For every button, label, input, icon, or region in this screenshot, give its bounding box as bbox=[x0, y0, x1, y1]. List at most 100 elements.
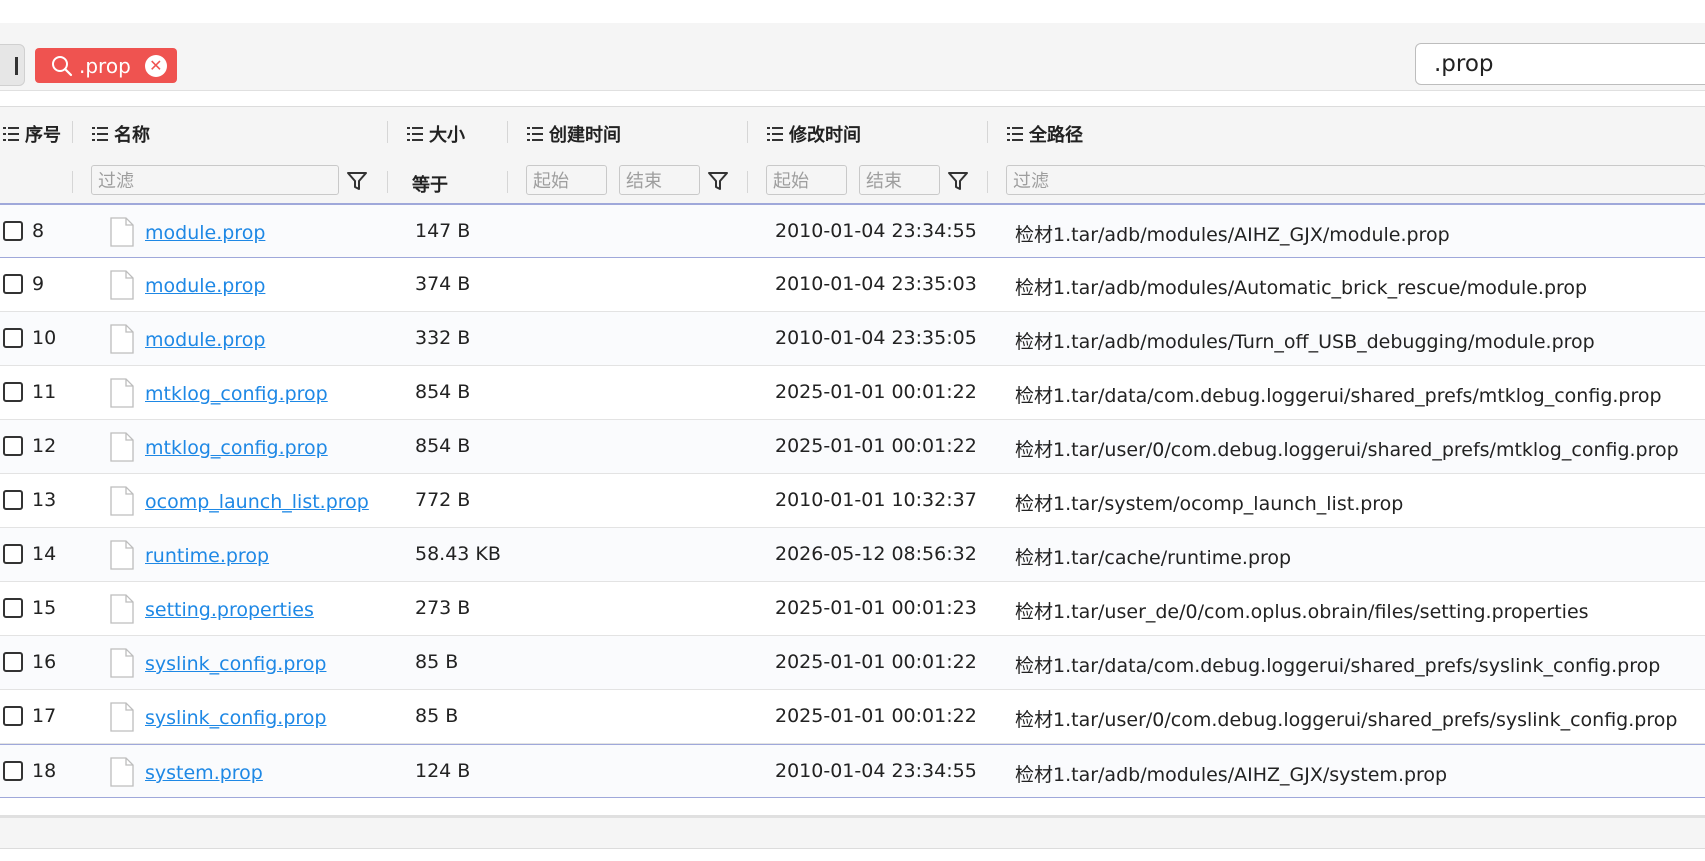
created-start-input[interactable]: 起始 bbox=[526, 165, 607, 195]
file-name-link[interactable]: syslink_config.prop bbox=[145, 653, 326, 675]
column-header-size[interactable]: 大小 bbox=[407, 121, 465, 147]
row-checkbox[interactable] bbox=[3, 221, 23, 241]
table-row[interactable]: 9 module.prop 374 B 2010-01-04 23:35:03 检材1.… bbox=[0, 258, 1705, 312]
file-size: 772 B bbox=[415, 489, 471, 511]
file-modified-time: 2010-01-04 23:34:55 bbox=[775, 220, 977, 242]
funnel-icon[interactable] bbox=[706, 169, 730, 193]
row-checkbox[interactable] bbox=[3, 436, 23, 456]
column-divider[interactable] bbox=[987, 121, 988, 143]
column-divider bbox=[747, 171, 748, 193]
column-divider[interactable] bbox=[507, 121, 508, 143]
path-filter-input[interactable]: 过滤 bbox=[1006, 165, 1705, 195]
search-input[interactable]: .prop bbox=[1415, 43, 1705, 85]
table-row[interactable]: 8 module.prop 147 B 2010-01-04 23:34:55 检材1.… bbox=[0, 204, 1705, 258]
file-modified-time: 2010-01-04 23:34:55 bbox=[775, 760, 977, 782]
file-name-link[interactable]: module.prop bbox=[145, 222, 265, 244]
horizontal-scrollbar[interactable] bbox=[0, 815, 1705, 849]
file-full-path: 检材1.tar/adb/modules/Automatic_brick_resc… bbox=[1015, 277, 1588, 299]
column-header-seq[interactable]: 序号 bbox=[3, 121, 61, 147]
table-row[interactable]: 16 syslink_config.prop 85 B 2025-01-01 00:0… bbox=[0, 636, 1705, 690]
row-seq: 12 bbox=[32, 435, 57, 457]
file-full-path: 检材1.tar/cache/runtime.prop bbox=[1015, 547, 1292, 569]
funnel-icon[interactable] bbox=[345, 169, 369, 193]
row-checkbox[interactable] bbox=[3, 706, 23, 726]
row-checkbox[interactable] bbox=[3, 544, 23, 564]
column-divider bbox=[387, 171, 388, 193]
file-icon bbox=[110, 594, 134, 624]
row-seq: 18 bbox=[32, 760, 57, 782]
close-icon[interactable]: ✕ bbox=[144, 54, 167, 77]
column-header-name[interactable]: 名称 bbox=[92, 121, 150, 147]
row-seq: 8 bbox=[32, 220, 45, 242]
column-divider[interactable] bbox=[387, 121, 388, 143]
row-seq: 16 bbox=[32, 651, 57, 673]
column-divider bbox=[987, 171, 988, 193]
file-icon bbox=[110, 378, 134, 408]
file-size: 273 B bbox=[415, 597, 471, 619]
size-filter-operator[interactable]: 等于 bbox=[412, 171, 448, 197]
table-row[interactable]: 10 module.prop 332 B 2010-01-04 23:35:05 检材1… bbox=[0, 312, 1705, 366]
column-header-path[interactable]: 全路径 bbox=[1007, 121, 1083, 147]
column-divider[interactable] bbox=[72, 121, 73, 143]
list-icon bbox=[1007, 127, 1023, 141]
file-name-link[interactable]: syslink_config.prop bbox=[145, 707, 326, 729]
row-checkbox[interactable] bbox=[3, 652, 23, 672]
table-row[interactable]: 18 system.prop 124 B 2010-01-04 23:34:55 检材1… bbox=[0, 744, 1705, 798]
row-checkbox[interactable] bbox=[3, 274, 23, 294]
file-name-link[interactable]: module.prop bbox=[145, 275, 265, 297]
column-header-modified[interactable]: 修改时间 bbox=[767, 121, 861, 147]
table-header: 序号 名称 大小 创建时间 修改时间 全路径 过滤 等于 起始 结束 起始 结束… bbox=[0, 106, 1705, 204]
row-seq: 11 bbox=[32, 381, 57, 403]
table-row[interactable]: 11 mtklog_config.prop 854 B 2025-01-01 00:0… bbox=[0, 366, 1705, 420]
modified-end-input[interactable]: 结束 bbox=[859, 165, 940, 195]
funnel-icon[interactable] bbox=[946, 169, 970, 193]
toolbar-button-partial[interactable] bbox=[0, 44, 25, 86]
table-row[interactable]: 13 ocomp_launch_list.prop 772 B 2010-01-01 … bbox=[0, 474, 1705, 528]
file-full-path: 检材1.tar/user/0/com.debug.loggerui/shared… bbox=[1015, 709, 1678, 731]
row-seq: 9 bbox=[32, 273, 45, 295]
row-checkbox[interactable] bbox=[3, 490, 23, 510]
file-icon bbox=[110, 702, 134, 732]
file-modified-time: 2025-01-01 00:01:22 bbox=[775, 651, 977, 673]
file-name-link[interactable]: ocomp_launch_list.prop bbox=[145, 491, 369, 513]
file-modified-time: 2010-01-04 23:35:03 bbox=[775, 273, 977, 295]
column-divider[interactable] bbox=[747, 121, 748, 143]
file-modified-time: 2025-01-01 00:01:22 bbox=[775, 435, 977, 457]
table-row[interactable]: 17 syslink_config.prop 85 B 2025-01-01 00:0… bbox=[0, 690, 1705, 744]
created-end-input[interactable]: 结束 bbox=[619, 165, 700, 195]
file-size: 58.43 KB bbox=[415, 543, 501, 565]
file-full-path: 检材1.tar/data/com.debug.loggerui/shared_p… bbox=[1015, 385, 1662, 407]
modified-start-input[interactable]: 起始 bbox=[766, 165, 847, 195]
file-icon bbox=[110, 270, 134, 300]
file-full-path: 检材1.tar/user_de/0/com.oplus.obrain/files… bbox=[1015, 601, 1589, 623]
file-name-link[interactable]: mtklog_config.prop bbox=[145, 437, 328, 459]
file-modified-time: 2025-01-01 00:01:22 bbox=[775, 381, 977, 403]
table-row[interactable]: 12 mtklog_config.prop 854 B 2025-01-01 00:0… bbox=[0, 420, 1705, 474]
file-name-link[interactable]: mtklog_config.prop bbox=[145, 383, 328, 405]
file-name-link[interactable]: runtime.prop bbox=[145, 545, 269, 567]
list-icon bbox=[3, 127, 19, 141]
row-checkbox[interactable] bbox=[3, 598, 23, 618]
row-seq: 17 bbox=[32, 705, 57, 727]
file-modified-time: 2025-01-01 00:01:23 bbox=[775, 597, 977, 619]
name-filter-input[interactable]: 过滤 bbox=[91, 165, 339, 195]
row-checkbox[interactable] bbox=[3, 761, 23, 781]
search-icon bbox=[51, 55, 73, 77]
file-size: 85 B bbox=[415, 705, 459, 727]
table-row[interactable]: 15 setting.properties 273 B 2025-01-01 00:0… bbox=[0, 582, 1705, 636]
row-checkbox[interactable] bbox=[3, 328, 23, 348]
column-header-created[interactable]: 创建时间 bbox=[527, 121, 621, 147]
toolbar: .prop ✕ .prop bbox=[0, 23, 1705, 91]
file-size: 854 B bbox=[415, 435, 471, 457]
file-name-link[interactable]: module.prop bbox=[145, 329, 265, 351]
search-input-value: .prop bbox=[1434, 51, 1494, 77]
file-icon bbox=[110, 486, 134, 516]
file-modified-time: 2025-01-01 00:01:22 bbox=[775, 705, 977, 727]
file-name-link[interactable]: setting.properties bbox=[145, 599, 314, 621]
file-size: 147 B bbox=[415, 220, 471, 242]
file-icon bbox=[110, 217, 134, 247]
row-checkbox[interactable] bbox=[3, 382, 23, 402]
table-row[interactable]: 14 runtime.prop 58.43 KB 2026-05-12 08:56:3… bbox=[0, 528, 1705, 582]
file-name-link[interactable]: system.prop bbox=[145, 762, 263, 784]
search-tag[interactable]: .prop ✕ bbox=[35, 48, 177, 83]
